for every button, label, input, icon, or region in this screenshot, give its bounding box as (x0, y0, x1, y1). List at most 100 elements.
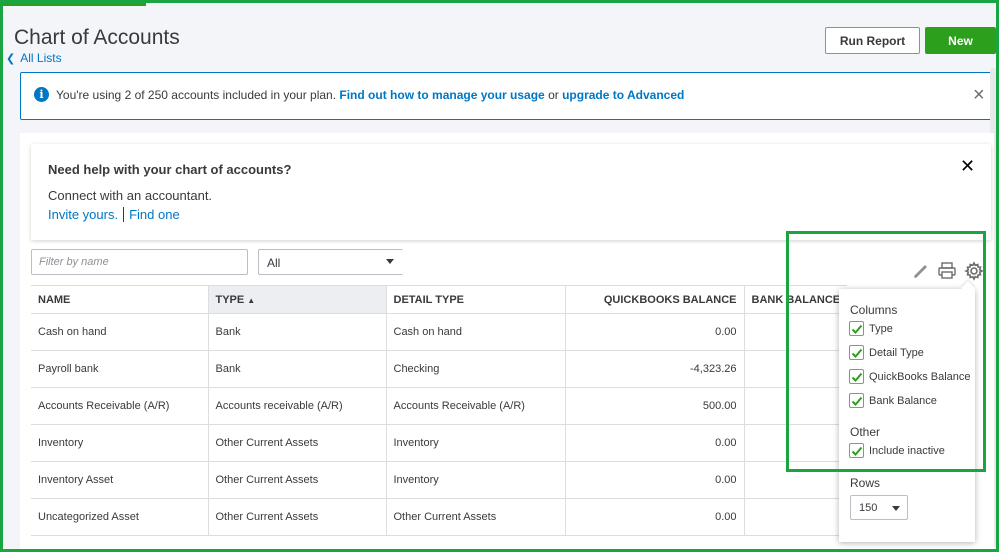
caret-down-icon (386, 259, 394, 264)
columns-heading: Columns (850, 303, 898, 317)
cell-bank-balance (743, 387, 848, 425)
cell-detail-type: Accounts Receivable (A/R) (385, 387, 565, 425)
checkbox-box (849, 393, 864, 408)
column-toggle-label: QuickBooks Balance (869, 370, 971, 383)
usage-message: You're using 2 of 250 accounts included … (56, 88, 337, 102)
column-toggle-checkbox[interactable]: Bank Balance (849, 393, 937, 408)
table-row[interactable]: Inventory Other Current Assets Inventory 0.… (31, 424, 848, 462)
link-divider (123, 207, 125, 222)
manage-usage-link[interactable]: Find out how to manage your usage (339, 88, 544, 102)
caret-down-icon (892, 506, 900, 511)
upgrade-advanced-link[interactable]: upgrade to Advanced (562, 88, 684, 102)
cell-name: Inventory (31, 424, 208, 462)
include-inactive-checkbox[interactable]: Include inactive (849, 443, 945, 458)
cell-type: Accounts receivable (A/R) (207, 387, 386, 425)
help-panel: Need help with your chart of accounts? C… (31, 144, 991, 240)
cell-type: Other Current Assets (207, 424, 386, 462)
checkmark-icon (851, 324, 862, 334)
banner-joiner: or (548, 88, 559, 102)
col-header-type[interactable]: TYPE ▲ (207, 285, 386, 314)
checkbox-box (849, 443, 864, 458)
cell-name: Payroll bank (31, 350, 208, 388)
checkmark-icon (851, 396, 862, 406)
table-row[interactable]: Accounts Receivable (A/R) Accounts receiv… (31, 387, 848, 425)
cell-qb-balance: -4,323.26 (564, 350, 744, 388)
other-heading: Other (850, 425, 881, 439)
table-row[interactable]: Uncategorized Asset Other Current Assets O… (31, 498, 848, 536)
help-title: Need help with your chart of accounts? (48, 162, 292, 177)
help-close-icon[interactable]: ✕ (960, 156, 975, 177)
checkmark-icon (851, 372, 862, 382)
column-toggle-checkbox[interactable]: Detail Type (849, 345, 924, 360)
cell-bank-balance (743, 350, 848, 388)
cell-detail-type: Checking (385, 350, 565, 388)
cell-qb-balance: 0.00 (564, 461, 744, 499)
account-type-value: All (267, 256, 281, 270)
cell-type: Bank (207, 350, 386, 388)
cell-bank-balance (743, 461, 848, 499)
cell-bank-balance (743, 424, 848, 462)
col-header-name[interactable]: NAME (31, 285, 208, 314)
cell-detail-type: Inventory (385, 424, 565, 462)
cell-detail-type: Other Current Assets (385, 498, 565, 536)
sort-ascending-icon: ▲ (247, 295, 256, 305)
cell-qb-balance: 0.00 (564, 498, 744, 536)
printer-icon[interactable] (937, 261, 957, 280)
all-lists-link[interactable]: ❮ All Lists (6, 51, 62, 65)
new-button[interactable]: New (925, 27, 996, 54)
cell-type: Other Current Assets (207, 498, 386, 536)
cell-name: Accounts Receivable (A/R) (31, 387, 208, 425)
cell-name: Uncategorized Asset (31, 498, 208, 536)
cell-type: Other Current Assets (207, 461, 386, 499)
cell-bank-balance (743, 498, 848, 536)
checkbox-box (849, 321, 864, 336)
rows-per-page-dropdown[interactable]: 150 (850, 495, 908, 520)
table-row[interactable]: Inventory Asset Other Current Assets Inven… (31, 461, 848, 499)
cell-qb-balance: 500.00 (564, 387, 744, 425)
cell-name: Inventory Asset (31, 461, 208, 499)
help-subtitle: Connect with an accountant. (48, 188, 213, 203)
column-toggle-label: Detail Type (869, 346, 924, 359)
table-header-row: NAME TYPE ▲ DETAIL TYPE QUICKBOOKS BALAN… (31, 285, 848, 314)
checkmark-icon (851, 348, 862, 358)
column-toggle-label: Type (869, 322, 893, 335)
cell-qb-balance: 0.00 (564, 313, 744, 351)
invite-accountant-link[interactable]: Invite yours. (48, 207, 118, 222)
cell-bank-balance (743, 313, 848, 351)
column-toggle-checkbox[interactable]: Type (849, 321, 893, 336)
all-lists-label: All Lists (20, 51, 62, 65)
banner-close-icon[interactable]: × (973, 85, 985, 105)
pencil-icon[interactable] (912, 262, 930, 280)
table-row[interactable]: Payroll bank Bank Checking -4,323.26 (31, 350, 848, 388)
table-row[interactable]: Cash on hand Bank Cash on hand 0.00 (31, 313, 848, 351)
rows-heading: Rows (850, 476, 881, 490)
cell-detail-type: Cash on hand (385, 313, 565, 351)
gear-icon[interactable] (964, 261, 984, 281)
col-header-bank-balance[interactable]: BANK BALANCE (743, 285, 848, 314)
usage-info-banner: i You're using 2 of 250 accounts include… (20, 72, 994, 120)
cell-qb-balance: 0.00 (564, 424, 744, 462)
run-report-button[interactable]: Run Report (825, 27, 920, 54)
column-toggle-label: Bank Balance (869, 394, 937, 407)
usage-info-text: You're using 2 of 250 accounts included … (56, 88, 684, 102)
chevron-left-icon: ❮ (6, 53, 16, 65)
col-header-detail-type[interactable]: DETAIL TYPE (385, 285, 565, 314)
table-settings-popover: Columns Type Detail Type QuickBooks Balanc… (839, 280, 976, 542)
column-toggle-checkbox[interactable]: QuickBooks Balance (849, 369, 971, 384)
cell-detail-type: Inventory (385, 461, 565, 499)
accounts-table: NAME TYPE ▲ DETAIL TYPE QUICKBOOKS BALAN… (31, 285, 848, 536)
rows-per-page-value: 150 (859, 502, 878, 514)
info-icon: i (34, 87, 49, 102)
filter-by-name-input[interactable] (31, 249, 248, 275)
help-links: Invite yours. Find one (48, 207, 180, 222)
col-header-qb-balance[interactable]: QUICKBOOKS BALANCE (564, 285, 744, 314)
checkmark-icon (851, 446, 862, 456)
checkbox-box (849, 369, 864, 384)
cell-name: Cash on hand (31, 313, 208, 351)
top-accent-bar (3, 3, 146, 6)
include-inactive-label: Include inactive (869, 444, 945, 457)
col-header-type-label: TYPE (215, 293, 245, 306)
account-type-dropdown[interactable]: All (258, 249, 403, 275)
find-accountant-link[interactable]: Find one (129, 207, 180, 222)
checkbox-box (849, 345, 864, 360)
